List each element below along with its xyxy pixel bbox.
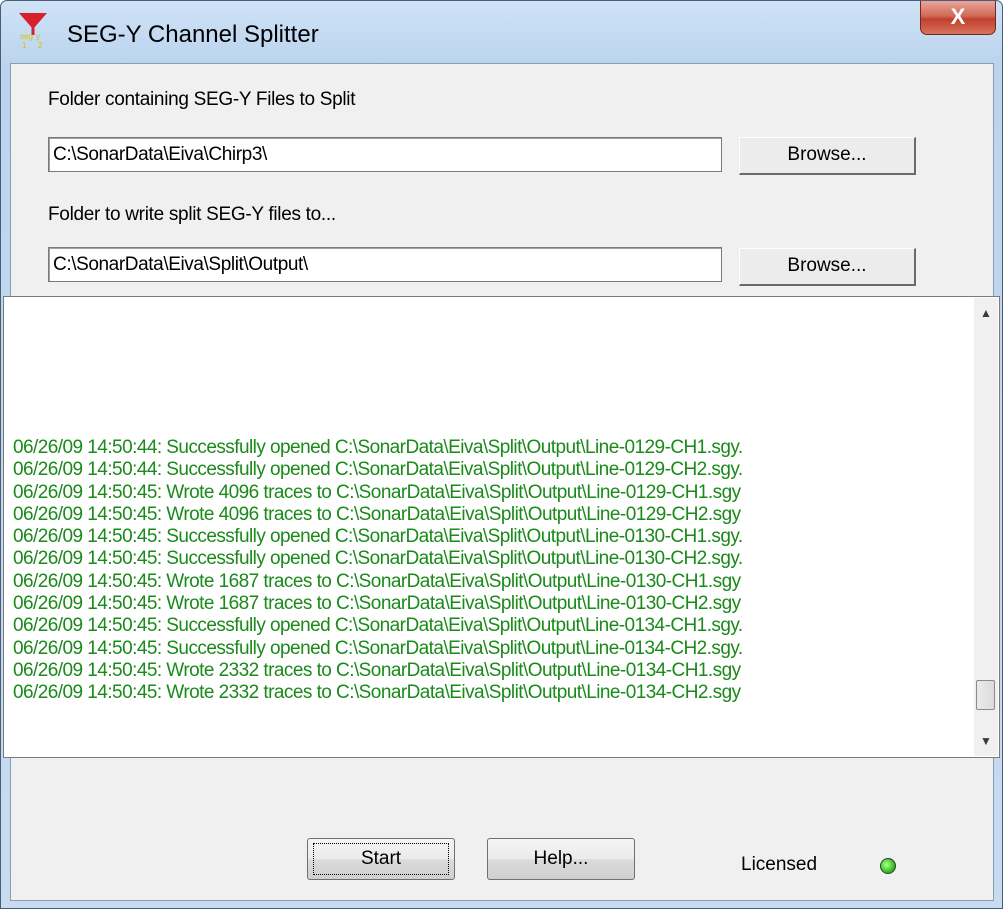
log-scrollbar[interactable]: ▲ ▼ — [974, 298, 998, 756]
output-folder-input[interactable]: C:\SonarData\Eiva\Split\Output\ — [48, 247, 722, 282]
help-button-label: Help... — [533, 848, 589, 869]
log-line: 06/26/09 14:50:45: Successfully opened C… — [13, 548, 743, 570]
svg-text:2: 2 — [38, 41, 43, 49]
license-status-label: Licensed — [741, 854, 818, 875]
scroll-down-arrow-icon[interactable]: ▼ — [974, 730, 998, 752]
log-line: 06/26/09 14:50:44: Successfully opened C… — [13, 459, 743, 481]
log-lines: 06/26/09 14:50:44: Successfully opened C… — [13, 437, 953, 705]
segy-app-icon: seg y 1 2 — [19, 13, 47, 49]
close-icon: X — [950, 4, 966, 29]
start-button[interactable]: Start — [307, 838, 455, 880]
dialog-client-area: Folder containing SEG-Y Files to Split C… — [3, 63, 1000, 901]
source-browse-button[interactable]: Browse... — [739, 137, 916, 175]
window-title: SEG-Y Channel Splitter — [67, 21, 319, 48]
app-window: seg y 1 2 SEG-Y Channel Splitter X Folde… — [0, 0, 1003, 909]
log-line: 06/26/09 14:50:45: Wrote 4096 traces to … — [13, 503, 741, 525]
log-line: 06/26/09 14:50:45: Successfully opened C… — [13, 526, 743, 548]
source-folder-input[interactable]: C:\SonarData\Eiva\Chirp3\ — [48, 137, 722, 172]
license-indicator-icon — [880, 858, 896, 874]
log-line: 06/26/09 14:50:45: Wrote 2332 traces to … — [13, 659, 741, 681]
log-line: 06/26/09 14:50:45: Successfully opened C… — [13, 637, 743, 659]
output-browse-button[interactable]: Browse... — [739, 248, 916, 286]
log-line: 06/26/09 14:50:45: Wrote 1687 traces to … — [13, 570, 741, 592]
scroll-up-arrow-icon[interactable]: ▲ — [974, 302, 998, 324]
log-line: 06/26/09 14:50:44: Successfully opened C… — [13, 437, 743, 458]
svg-text:y: y — [36, 32, 40, 41]
svg-text:1: 1 — [22, 41, 27, 49]
log-line: 06/26/09 14:50:45: Wrote 2332 traces to … — [13, 682, 741, 704]
log-line: 06/26/09 14:50:45: Wrote 1687 traces to … — [13, 593, 741, 615]
focus-rectangle — [313, 843, 449, 875]
log-line: 06/26/09 14:50:45: Wrote 4096 traces to … — [13, 481, 741, 503]
log-line: 06/26/09 14:50:45: Successfully opened C… — [13, 615, 743, 637]
output-folder-label: Folder to write split SEG-Y files to... — [48, 204, 336, 225]
scroll-thumb[interactable] — [976, 680, 995, 710]
svg-text:seg: seg — [20, 32, 33, 41]
title-bar[interactable]: seg y 1 2 SEG-Y Channel Splitter X — [1, 1, 1002, 63]
help-button[interactable]: Help... — [487, 838, 635, 880]
log-output[interactable]: 06/26/09 14:50:44: Successfully opened C… — [3, 296, 1000, 758]
source-folder-label: Folder containing SEG-Y Files to Split — [48, 89, 356, 110]
close-button[interactable]: X — [920, 1, 996, 35]
